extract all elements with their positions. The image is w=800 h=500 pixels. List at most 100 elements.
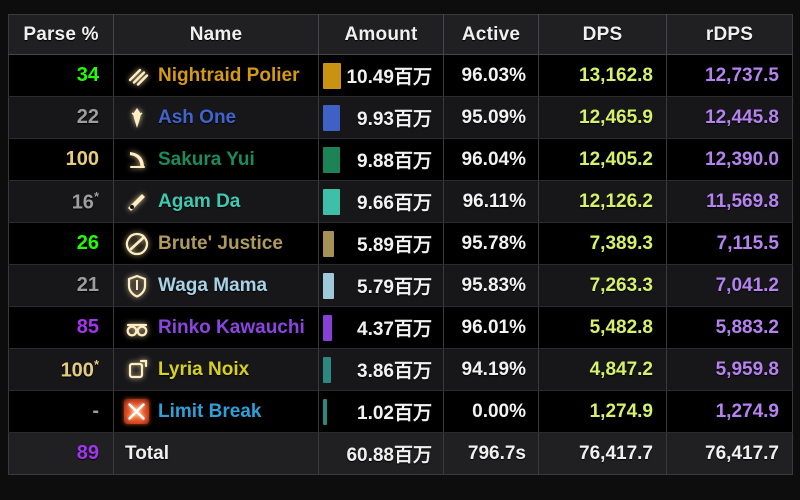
cell-total-dps: 76,417.7 <box>538 432 667 475</box>
cell-rdps: 11,569.8 <box>666 180 793 223</box>
cell-player-name: Brute' Justice <box>113 222 319 265</box>
parse-value: 26 <box>76 232 99 254</box>
parse-value: 100 <box>65 148 99 170</box>
column-header-name[interactable]: Name <box>113 14 319 55</box>
table-body: 34 Nightraid Polier 10.49百万 96.03% 13,162.8 1… <box>8 54 793 475</box>
cell-damage-amount: 10.49百万 <box>318 54 444 97</box>
cell-parse-percent: 100* <box>8 348 114 391</box>
damage-amount-value: 4.37百万 <box>357 319 432 340</box>
cell-parse-percent: 22 <box>8 96 114 139</box>
player-entry: Waga Mama <box>124 273 318 298</box>
cell-rdps: 5,883.2 <box>666 306 793 349</box>
cell-rdps: 12,737.5 <box>666 54 793 97</box>
cell-damage-amount: 3.86百万 <box>318 348 444 391</box>
player-name-label: Limit Break <box>158 400 262 422</box>
cell-active-percent: 94.19% <box>443 348 539 391</box>
cell-damage-amount: 9.66百万 <box>318 180 444 223</box>
cell-rdps: 12,390.0 <box>666 138 793 181</box>
cell-dps: 5,482.8 <box>538 306 667 349</box>
cell-player-name: Rinko Kawauchi <box>113 306 319 349</box>
column-header-rdps[interactable]: rDPS <box>666 14 793 55</box>
damage-bar <box>323 314 332 341</box>
table-row[interactable]: 26 Brute' Justice 5.89百万 95.78% 7,389.3 7,115… <box>8 222 793 265</box>
cell-rdps: 1,274.9 <box>666 390 793 433</box>
cell-damage-amount: 5.79百万 <box>318 264 444 307</box>
table-row[interactable]: 16* Agam Da 9.66百万 96.11% 12,126.2 11,569.8 <box>8 180 793 223</box>
cell-damage-amount: 5.89百万 <box>318 222 444 265</box>
cell-player-name: Sakura Yui <box>113 138 319 181</box>
cell-total-active: 796.7s <box>443 432 539 475</box>
column-header-dps[interactable]: DPS <box>538 14 667 55</box>
parse-value: 21 <box>76 274 99 296</box>
cell-active-percent: 96.03% <box>443 54 539 97</box>
damage-amount-value: 1.02百万 <box>357 403 432 424</box>
column-header-amount[interactable]: Amount <box>318 14 444 55</box>
cell-total-rdps: 76,417.7 <box>666 432 793 475</box>
player-entry: Sakura Yui <box>124 147 318 172</box>
player-name-label: Waga Mama <box>158 274 268 296</box>
parse-star: * <box>93 356 99 372</box>
cell-rdps: 7,115.5 <box>666 222 793 265</box>
table-row[interactable]: 22 Ash One 9.93百万 95.09% 12,465.9 12,445.8 <box>8 96 793 139</box>
damage-bar <box>323 62 341 89</box>
paladin-job-icon <box>124 273 149 298</box>
cell-rdps: 5,959.8 <box>666 348 793 391</box>
table-row[interactable]: 21 Waga Mama 5.79百万 95.83% 7,263.3 7,041.2 <box>8 264 793 307</box>
cell-damage-amount: 1.02百万 <box>318 390 444 433</box>
machinist-job-icon <box>124 189 149 214</box>
cell-dps: 7,389.3 <box>538 222 667 265</box>
cell-damage-amount: 4.37百万 <box>318 306 444 349</box>
cell-parse-percent: - <box>8 390 114 433</box>
parse-value: 22 <box>76 106 99 128</box>
column-header-active[interactable]: Active <box>443 14 539 55</box>
cell-dps: 12,405.2 <box>538 138 667 181</box>
dragoon-job-icon <box>124 105 149 130</box>
cell-active-percent: 95.78% <box>443 222 539 265</box>
monk-job-icon <box>124 63 149 88</box>
cell-dps: 12,126.2 <box>538 180 667 223</box>
parse-value: 100 <box>60 359 94 382</box>
damage-amount-value: 5.79百万 <box>357 277 432 298</box>
damage-amount-value: 10.49百万 <box>346 67 432 88</box>
encounter-table: Parse % Name Amount Active DPS rDPS 34 Ni… <box>8 14 793 475</box>
total-row[interactable]: 89 Total 60.88百万 796.7s 76,417.7 76,417.7 <box>8 432 793 475</box>
parse-value: 16 <box>71 191 94 214</box>
column-header-parse[interactable]: Parse % <box>8 14 114 55</box>
cell-player-name: Lyria Noix <box>113 348 319 391</box>
cell-active-percent: 96.01% <box>443 306 539 349</box>
cell-dps: 1,274.9 <box>538 390 667 433</box>
cell-player-name: Limit Break <box>113 390 319 433</box>
ninja-job-icon <box>124 231 149 256</box>
table-row[interactable]: - Limit Break 1.02百万 0.00% 1,274.9 1,274.9 <box>8 390 793 433</box>
damage-bar <box>323 146 341 173</box>
damage-bar <box>323 188 340 215</box>
table-row[interactable]: 85 Rinko Kawauchi 4.37百万 96.01% 5,482.8 5,883… <box>8 306 793 349</box>
damage-amount-value: 9.88百万 <box>357 151 432 172</box>
player-entry: Rinko Kawauchi <box>124 315 318 340</box>
player-entry: Lyria Noix <box>124 357 318 382</box>
table-row[interactable]: 100 Sakura Yui 9.88百万 96.04% 12,405.2 12,390.… <box>8 138 793 181</box>
player-name-label: Rinko Kawauchi <box>158 316 305 338</box>
damage-amount-value: 9.66百万 <box>357 193 432 214</box>
player-entry: Nightraid Polier <box>124 63 318 88</box>
cell-damage-amount: 9.88百万 <box>318 138 444 181</box>
header-row: Parse % Name Amount Active DPS rDPS <box>8 14 793 55</box>
cell-dps: 12,465.9 <box>538 96 667 139</box>
cell-active-percent: 96.04% <box>443 138 539 181</box>
parse-star: * <box>93 188 99 204</box>
cell-parse-percent: 21 <box>8 264 114 307</box>
cell-total-amount: 60.88百万 <box>318 432 444 475</box>
table-header: Parse % Name Amount Active DPS rDPS <box>8 14 793 55</box>
damage-amount-value: 3.86百万 <box>357 361 432 382</box>
damage-amount-value: 9.93百万 <box>357 109 432 130</box>
table-row[interactable]: 100* Lyria Noix 3.86百万 94.19% 4,847.2 5,959.8 <box>8 348 793 391</box>
cell-parse-percent: 16* <box>8 180 114 223</box>
player-entry: Brute' Justice <box>124 231 318 256</box>
damage-bar <box>323 272 334 299</box>
table-row[interactable]: 34 Nightraid Polier 10.49百万 96.03% 13,162.8 1… <box>8 54 793 97</box>
player-name-label: Nightraid Polier <box>158 64 300 86</box>
damage-bar <box>323 230 334 257</box>
cell-active-percent: 95.09% <box>443 96 539 139</box>
cell-dps: 4,847.2 <box>538 348 667 391</box>
cell-player-name: Nightraid Polier <box>113 54 319 97</box>
